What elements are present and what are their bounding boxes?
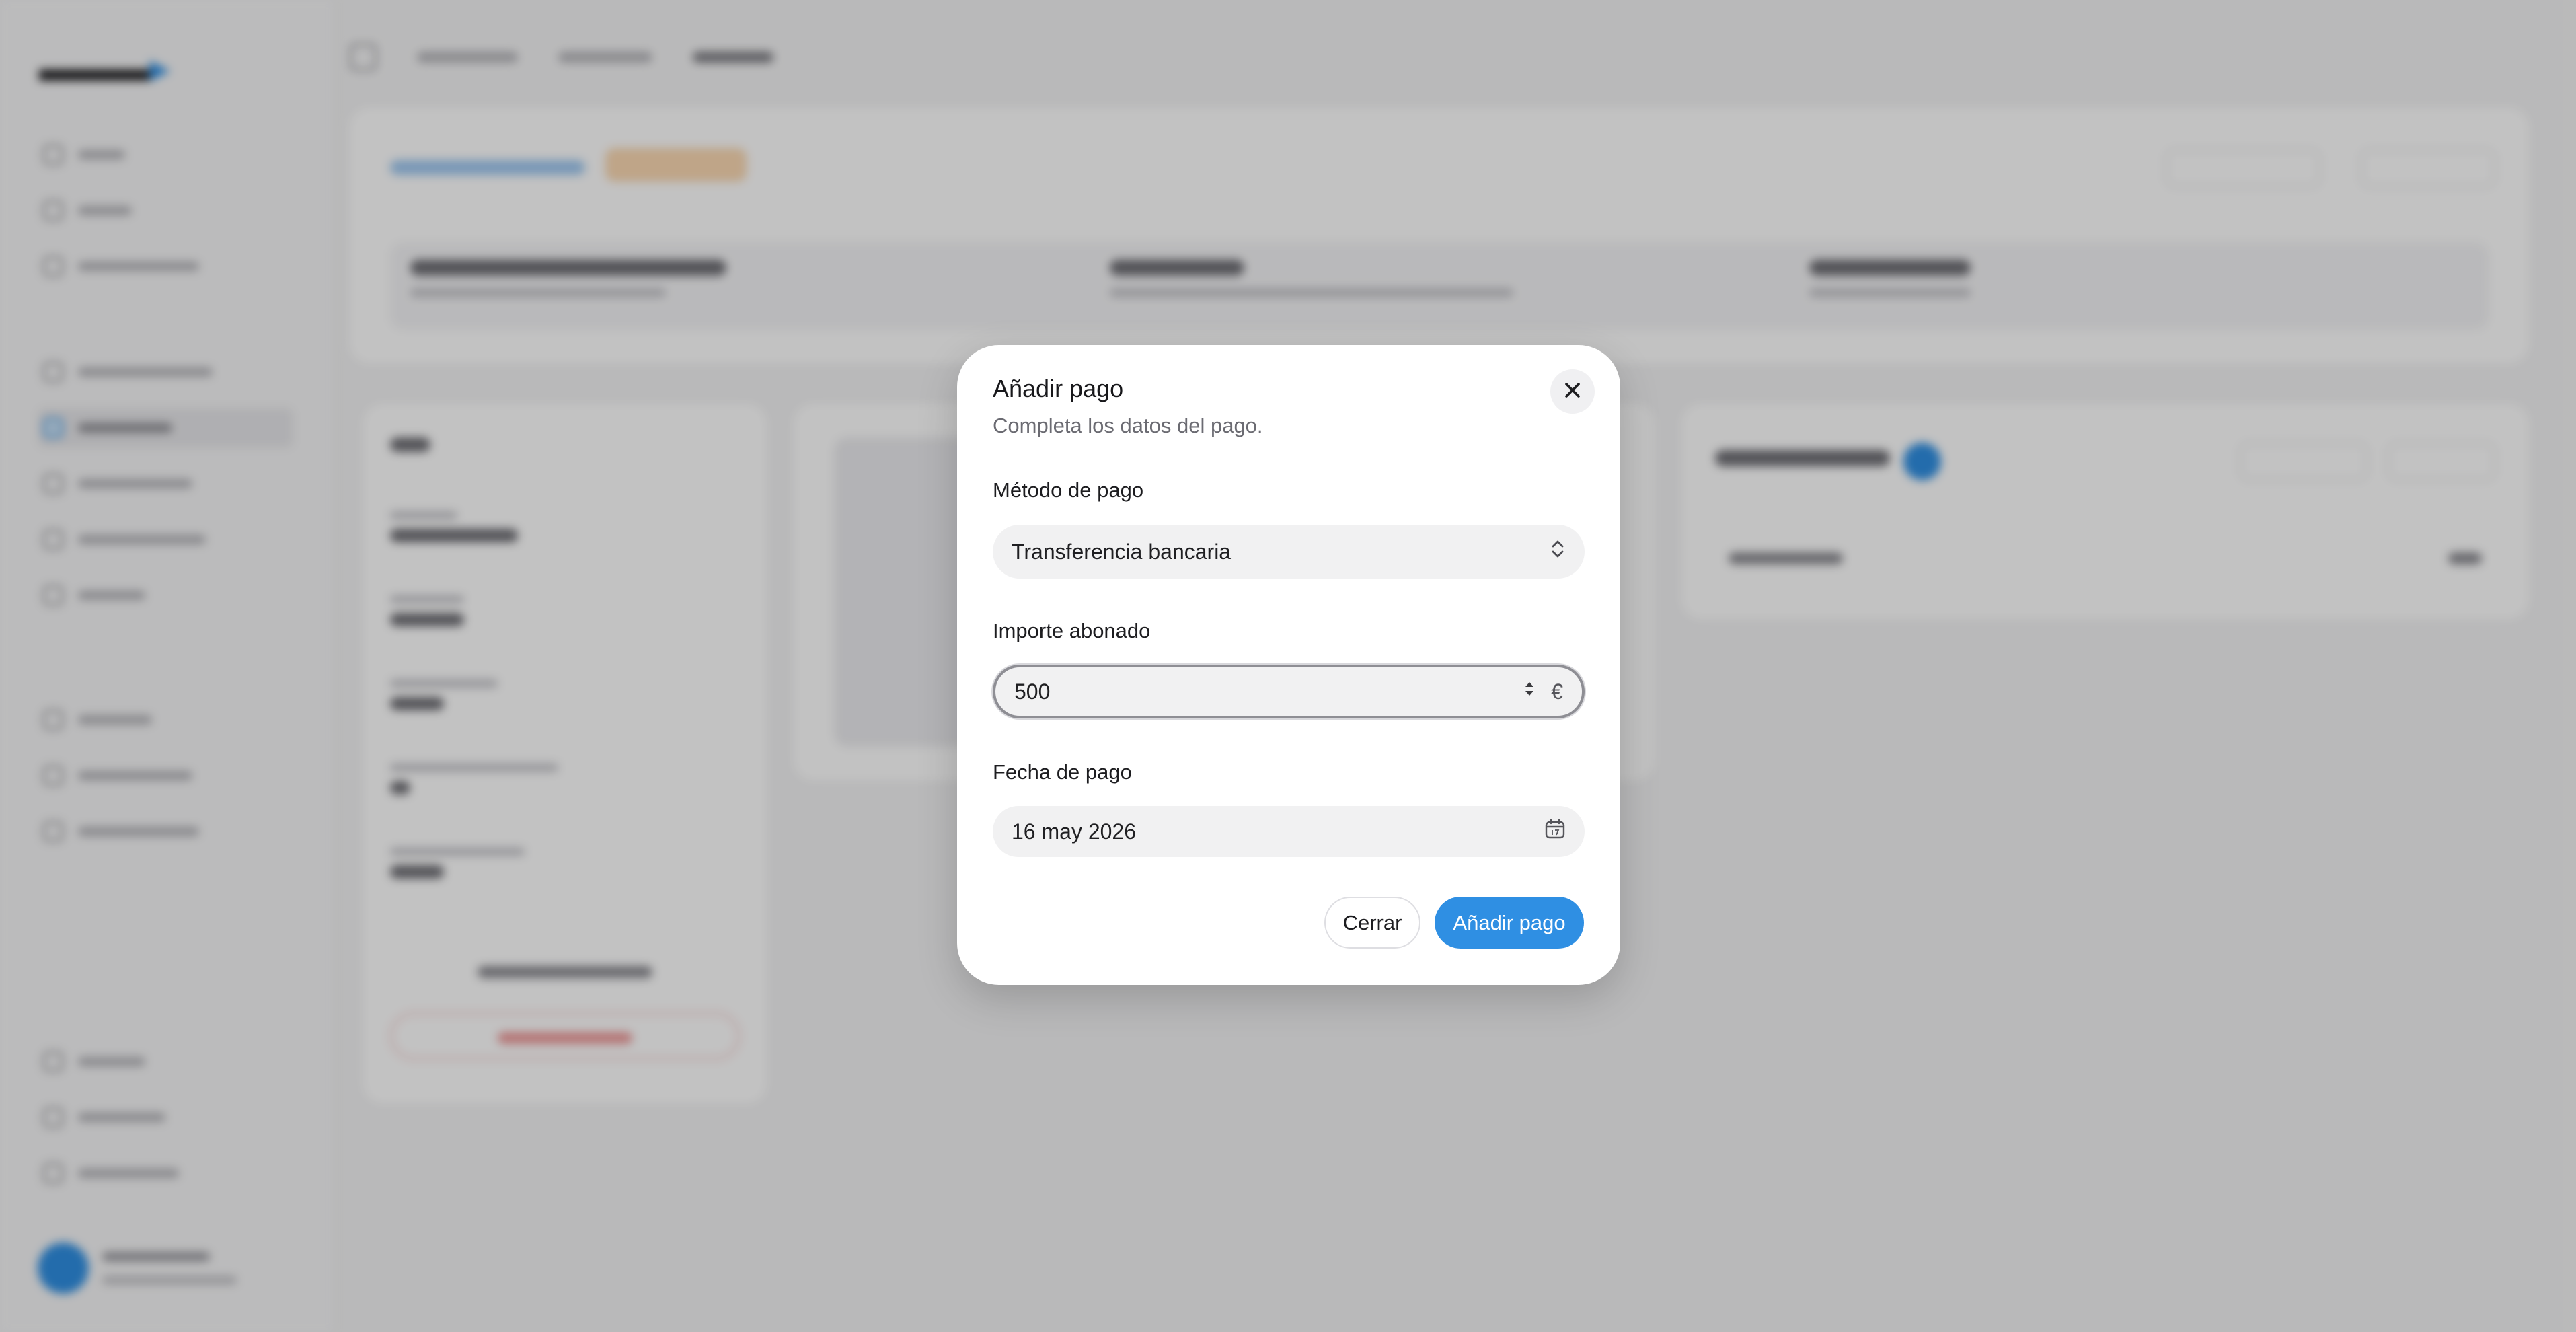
cancel-button[interactable]: Cerrar	[1324, 897, 1420, 949]
payment-method-label: Método de pago	[993, 478, 1144, 502]
add-payment-button[interactable]: Añadir pago	[1435, 897, 1584, 949]
amount-value: 500	[1014, 679, 1051, 704]
amount-label: Importe abonado	[993, 619, 1151, 642]
currency-symbol: €	[1551, 679, 1563, 704]
payment-method-value: Transferencia bancaria	[1012, 539, 1232, 564]
chevron-updown-icon	[1550, 538, 1566, 566]
add-payment-dialog: Añadir pago Completa los datos del pago.…	[957, 345, 1620, 985]
calendar-icon[interactable]	[1544, 818, 1566, 845]
payment-method-select[interactable]: Transferencia bancaria	[993, 525, 1585, 579]
amount-input[interactable]: 500 €	[993, 665, 1585, 718]
payment-date-label: Fecha de pago	[993, 760, 1132, 784]
close-button[interactable]	[1550, 369, 1595, 414]
dialog-title: Añadir pago	[993, 375, 1124, 402]
payment-date-value: 16 may 2026	[1012, 819, 1137, 844]
dialog-subtitle: Completa los datos del pago.	[993, 414, 1263, 437]
close-icon	[1564, 381, 1581, 402]
payment-date-input[interactable]: 16 may 2026	[993, 806, 1585, 857]
stepper-arrows-icon[interactable]	[1523, 679, 1536, 704]
